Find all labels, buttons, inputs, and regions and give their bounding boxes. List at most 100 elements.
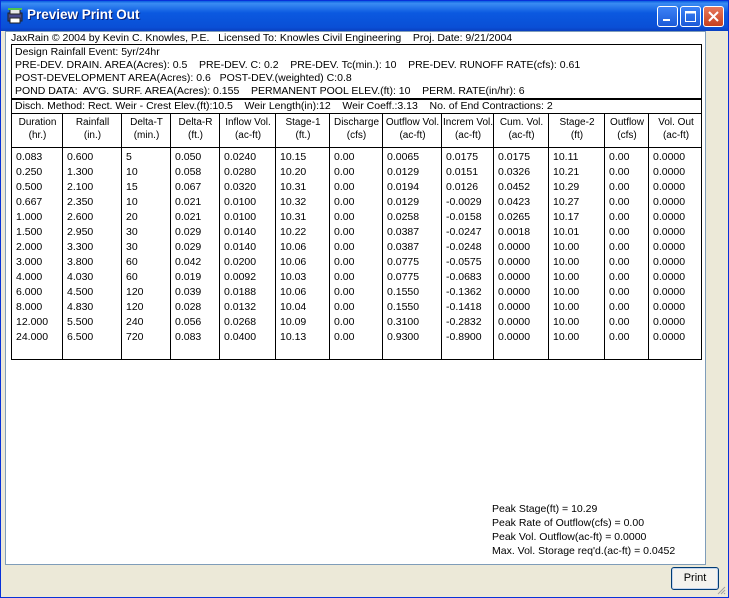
peak-outflow-volume: Peak Vol. Outflow(ac-ft) = 0.0000 (492, 531, 647, 543)
table-row: 0.083 0.600 5 0.050 0.0240 10.15 0.00 0.0065 0.0… (12, 150, 703, 164)
column-header-unit: (in.) (83, 130, 102, 141)
table-cell: -0.2832 (446, 316, 482, 328)
table-cell: 60 (126, 256, 138, 268)
table-cell: 4.830 (67, 301, 94, 313)
table-cell: 0.0000 (653, 166, 686, 178)
preview-window: Preview Print Out JaxRain © 2004 by Kevi… (0, 0, 729, 598)
column-header-title: Discharge (333, 117, 380, 128)
column-header: Outflow Vol. (ac-ft) (383, 116, 442, 142)
table-cell: 0.029 (175, 226, 202, 238)
column-header-unit: (cfs) (346, 130, 367, 141)
maximize-button[interactable] (680, 6, 701, 27)
minimize-button[interactable] (657, 6, 678, 27)
table-cell: 6.500 (67, 331, 94, 343)
table-cell: 0.0126 (446, 181, 479, 193)
print-preview-page[interactable]: JaxRain © 2004 by Kevin C. Knowles, P.E.… (5, 31, 706, 565)
table-cell: 10.29 (553, 181, 580, 193)
pond-data-line: POND DATA: AV'G. SURF. AREA(Acres): 0.15… (15, 85, 525, 97)
table-row: 1.500 2.950 30 0.029 0.0140 10.22 0.00 0.0387 -0… (12, 225, 703, 239)
table-cell: 0.0265 (498, 211, 531, 223)
table-cell: 0.0000 (498, 256, 531, 268)
table-cell: 0.028 (175, 301, 202, 313)
print-button[interactable]: Print (671, 567, 719, 590)
table-cell: 12.000 (16, 316, 49, 328)
table-cell: 10.00 (553, 301, 580, 313)
table-cell: 10.00 (553, 256, 580, 268)
table-cell: 240 (126, 316, 144, 328)
design-parameters-box: Design Rainfall Event: 5yr/24hr PRE-DEV.… (11, 44, 702, 99)
column-header: Cum. Vol. (ac-ft) (494, 116, 549, 142)
table-cell: 30 (126, 226, 138, 238)
table-cell: 0.0000 (653, 151, 686, 163)
column-header-unit: (ac-ft) (234, 130, 262, 141)
table-cell: 0.00 (334, 271, 355, 283)
close-button[interactable] (703, 6, 724, 27)
table-cell: 0.021 (175, 211, 202, 223)
table-cell: 0.0000 (653, 316, 686, 328)
table-cell: 0.0268 (224, 316, 257, 328)
table-cell: 0.00 (609, 301, 630, 313)
table-cell: 0.0000 (653, 286, 686, 298)
table-cell: 2.000 (16, 241, 43, 253)
table-cell: 0.0258 (387, 211, 420, 223)
table-cell: 0.0000 (653, 226, 686, 238)
table-cell: 24.000 (16, 331, 49, 343)
table-cell: 0.00 (609, 226, 630, 238)
table-cell: 0.3100 (387, 316, 420, 328)
table-cell: 0.0200 (224, 256, 257, 268)
table-cell: 0.500 (16, 181, 43, 193)
table-row: 0.250 1.300 10 0.058 0.0280 10.20 0.00 0.0129 0.… (12, 165, 703, 179)
table-cell: 10.00 (553, 316, 580, 328)
table-cell: 0.00 (609, 211, 630, 223)
resize-grip-icon[interactable] (716, 585, 726, 595)
table-cell: 0.058 (175, 166, 202, 178)
table-cell: 0.00 (334, 241, 355, 253)
table-cell: 3.300 (67, 241, 94, 253)
table-cell: 0.00 (334, 256, 355, 268)
title-bar[interactable]: Preview Print Out (1, 1, 728, 31)
table-cell: 0.0000 (653, 181, 686, 193)
table-cell: 15 (126, 181, 138, 193)
table-row: 24.000 6.500 720 0.083 0.0400 10.13 0.00 0.9300… (12, 330, 703, 344)
table-cell: 0.067 (175, 181, 202, 193)
table-cell: 10.22 (280, 226, 307, 238)
table-cell: 0.00 (609, 256, 630, 268)
column-header: Discharge (cfs) (330, 116, 383, 142)
table-cell: 10.31 (280, 181, 307, 193)
table-cell: 10.00 (553, 286, 580, 298)
table-cell: 3.000 (16, 256, 43, 268)
table-cell: 10.32 (280, 196, 307, 208)
column-header-unit: (ft.) (295, 130, 311, 141)
table-cell: 1.300 (67, 166, 94, 178)
table-cell: 0.00 (609, 241, 630, 253)
table-cell: 0.00 (609, 331, 630, 343)
table-cell: 0.0065 (387, 151, 420, 163)
table-cell: 0.0000 (653, 271, 686, 283)
table-cell: 10 (126, 166, 138, 178)
table-cell: -0.0575 (446, 256, 482, 268)
table-cell: 0.0000 (653, 241, 686, 253)
table-cell: 0.0000 (498, 331, 531, 343)
table-cell: 2.350 (67, 196, 94, 208)
column-header: Inflow Vol. (ac-ft) (220, 116, 276, 142)
discharge-method-line: Disch. Method: Rect. Weir - Crest Elev.(… (11, 99, 702, 114)
table-cell: 0.0326 (498, 166, 531, 178)
table-cell: 0.00 (334, 211, 355, 223)
table-cell: 0.0240 (224, 151, 257, 163)
column-header-unit: (ac-ft) (399, 130, 426, 141)
table-cell: 10.00 (553, 271, 580, 283)
column-header: Duration (hr.) (12, 116, 63, 142)
column-header-title: Vol. Out (658, 117, 694, 128)
table-cell: 0.0000 (653, 211, 686, 223)
table-cell: 10.03 (280, 271, 307, 283)
column-header-title: Stage-1 (285, 117, 321, 128)
table-cell: 10.13 (280, 331, 307, 343)
table-cell: 0.0387 (387, 241, 420, 253)
table-cell: -0.8900 (446, 331, 482, 343)
table-cell: 0.00 (609, 166, 630, 178)
column-header-unit: (ft.) (188, 130, 203, 141)
table-cell: 0.1550 (387, 301, 420, 313)
table-cell: 0.0175 (498, 151, 531, 163)
column-header-unit: (cfs) (617, 130, 637, 141)
table-row: 6.000 4.500 120 0.039 0.0188 10.06 0.00 0.1550 -… (12, 285, 703, 299)
